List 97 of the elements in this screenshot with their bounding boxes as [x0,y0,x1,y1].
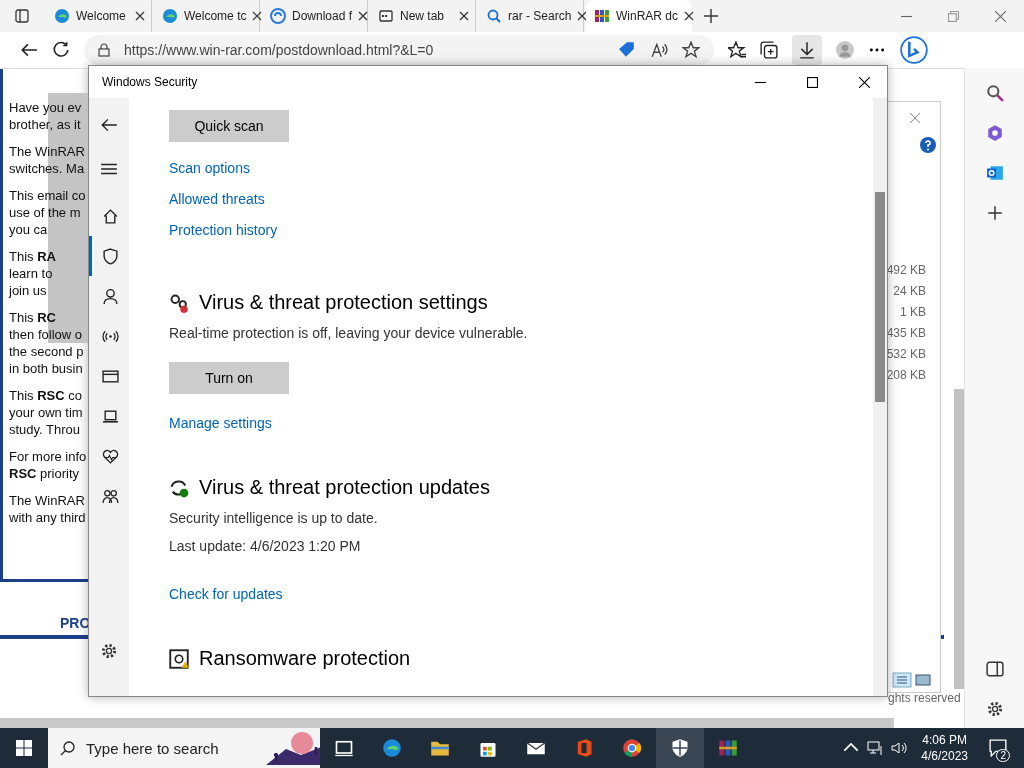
search-field[interactable]: Type here to search [84,738,258,758]
settings-icon[interactable] [100,642,118,660]
add-favorite-icon[interactable] [682,41,700,59]
file-size: 435 KB [886,325,926,342]
download-icon[interactable] [792,35,822,65]
file-size: 208 KB [886,367,926,384]
windows-icon[interactable] [16,740,32,756]
folder-warning-icon [169,648,189,669]
turn-on-button[interactable]: Turn on [169,362,289,394]
shield-icon [102,247,119,265]
close-icon[interactable] [859,76,870,88]
home-icon [102,207,119,225]
close-icon[interactable] [358,11,369,21]
window-icon [102,367,119,385]
sidebar-icon[interactable] [985,660,1004,678]
article-paragraph: For more info RSC priority [9,448,88,482]
read-aloud-icon[interactable] [650,41,668,59]
link[interactable]: Check for updates [169,585,283,603]
network-icon[interactable] [867,740,884,756]
close-icon[interactable] [459,11,469,21]
clock[interactable]: 4:06 PM 4/6/2023 [911,732,978,764]
globe-icon [382,738,402,758]
search-box[interactable]: Type here to search [48,728,320,768]
section-heading: Virus & threat protection settings [199,291,488,314]
maximize-icon[interactable] [807,76,818,88]
scrollbar[interactable] [873,98,887,696]
gears-icon [169,292,189,313]
shield-icon [670,738,690,758]
file-size: 24 KB [893,283,926,300]
settings-icon[interactable] [985,700,1004,718]
article-paragraph: This RA learn to join us [9,248,57,299]
scrollbar[interactable] [954,389,964,689]
article-paragraph: This email co use of the m you ca [9,187,87,238]
tag-icon[interactable] [618,41,636,59]
globe-icon [54,8,70,24]
lock-icon [98,43,110,57]
link[interactable]: Manage settings [169,414,272,432]
status-text: Real-time protection is off, leaving your device vulnerable. [169,324,528,342]
restore-icon[interactable] [948,10,959,22]
add-icon[interactable] [985,204,1004,222]
chat-bubble-icon [989,739,1007,757]
scrollbar[interactable] [0,718,894,728]
circle-icon [622,738,642,758]
chat-icon[interactable] [900,36,928,64]
close-icon[interactable] [684,11,694,21]
collections-icon[interactable] [760,41,778,59]
books-icon [718,738,738,758]
article-paragraph: This RC then follow o the second p in both busin [9,309,85,377]
mail-icon[interactable] [985,164,1004,182]
article-paragraph: This RSC co your own tim study. Throu [9,387,84,438]
back-icon[interactable] [20,41,38,59]
tab-actions-icon[interactable] [14,8,30,24]
article-paragraph: The WinRAR with any third [9,492,87,526]
link[interactable]: Protection history [169,221,278,239]
favorites-icon[interactable] [728,41,746,59]
refresh-icon[interactable] [52,41,70,59]
browser-tab[interactable]: WinRAR dc [586,0,692,32]
back-icon[interactable] [100,116,118,134]
copyright-text: ghts reserved [888,691,961,705]
search-icon [486,8,502,24]
hexagon-icon[interactable] [985,124,1004,142]
search-icon [60,740,76,756]
quick-scan-button[interactable]: Quick scan [169,110,289,142]
section-heading: Ransomware protection [199,647,411,670]
volume-icon[interactable] [891,740,908,756]
file-size: 1 KB [900,304,926,321]
person-icon [102,287,119,305]
globe-icon [162,8,178,24]
status-text: Security intelligence is up to date. [169,509,378,527]
new-tab-icon[interactable] [704,9,718,23]
swirl-icon [270,8,286,24]
laptop-icon [102,407,119,425]
article-paragraph: Have you ev brother, as it [9,99,83,133]
profile-icon[interactable] [836,41,854,59]
file-size: 492 KB [886,262,926,279]
window-title: Windows Security [102,75,198,89]
heart-icon [102,447,119,465]
task-view-icon [334,738,354,758]
link[interactable]: Allowed threats [169,190,278,208]
view-icon[interactable] [892,672,932,688]
books-icon [594,8,610,24]
search-icon[interactable] [985,84,1004,102]
section-heading: Virus & threat protection updates [199,476,490,499]
close-icon[interactable] [135,11,145,21]
taskbar-app[interactable] [656,728,704,768]
help-icon[interactable] [920,137,936,153]
notification-count: 2 [996,749,1010,762]
notifications-button[interactable]: 2 [978,728,1018,768]
calendar-icon [378,8,394,24]
close-icon[interactable] [252,11,263,21]
status-text: Last update: 4/6/2023 1:20 PM [169,537,361,555]
article-paragraph: The WinRAR switches. Ma [9,143,86,177]
file-size: 532 KB [886,346,926,363]
link[interactable]: Scan options [169,159,278,177]
close-icon[interactable] [577,11,588,21]
address-bar[interactable]: https://www.win-rar.com/postdownload.html?&L=0 [84,35,714,65]
people-icon [102,487,119,505]
